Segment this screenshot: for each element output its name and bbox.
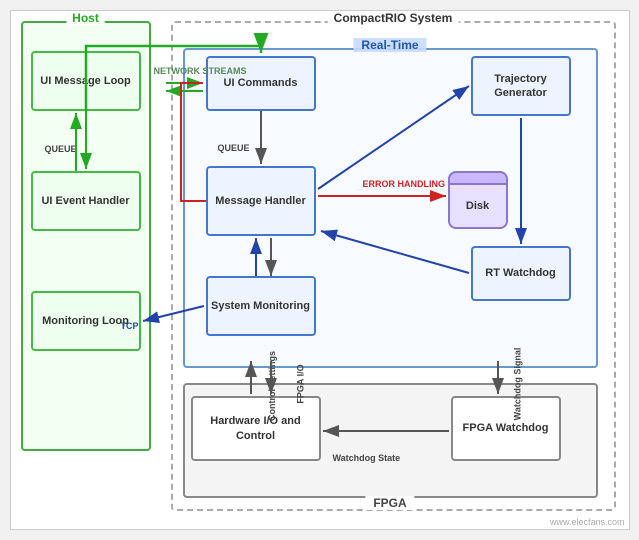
disk-shape: Disk bbox=[448, 171, 508, 229]
hardware-io: Hardware I/O and Control bbox=[191, 396, 321, 461]
error-handling-label: ERROR HANDLING bbox=[363, 179, 446, 190]
trajectory-generator: Trajectory Generator bbox=[471, 56, 571, 116]
fpga-label: FPGA bbox=[365, 496, 414, 510]
system-monitoring: System Monitoring bbox=[206, 276, 316, 336]
host-label: Host bbox=[66, 11, 105, 25]
fpga-watchdog: FPGA Watchdog bbox=[451, 396, 561, 461]
realtime-label: Real-Time bbox=[353, 38, 426, 52]
message-handler: Message Handler bbox=[206, 166, 316, 236]
disk-body: Disk bbox=[448, 185, 508, 229]
rt-watchdog: RT Watchdog bbox=[471, 246, 571, 301]
fpga-io-label: FPGA I/O bbox=[295, 364, 305, 403]
watchdog-signal-label: Watchdog Signal bbox=[512, 348, 522, 421]
watchdog-state-label: Watchdog State bbox=[333, 453, 401, 464]
ui-commands: UI Commands bbox=[206, 56, 316, 111]
queue2-label: QUEUE bbox=[45, 144, 77, 155]
network-streams-label: NETWORK STREAMS bbox=[154, 66, 247, 77]
compactrio-label: CompactRIO System bbox=[328, 11, 459, 25]
ui-message-loop: UI Message Loop bbox=[31, 51, 141, 111]
ui-event-handler: UI Event Handler bbox=[31, 171, 141, 231]
queue1-label: QUEUE bbox=[218, 143, 250, 154]
control-settings-label: Control Settings bbox=[267, 351, 277, 421]
disk-top bbox=[448, 171, 508, 185]
tcp-label: TCP bbox=[121, 321, 139, 332]
watermark: www.elecfans.com bbox=[550, 517, 625, 527]
